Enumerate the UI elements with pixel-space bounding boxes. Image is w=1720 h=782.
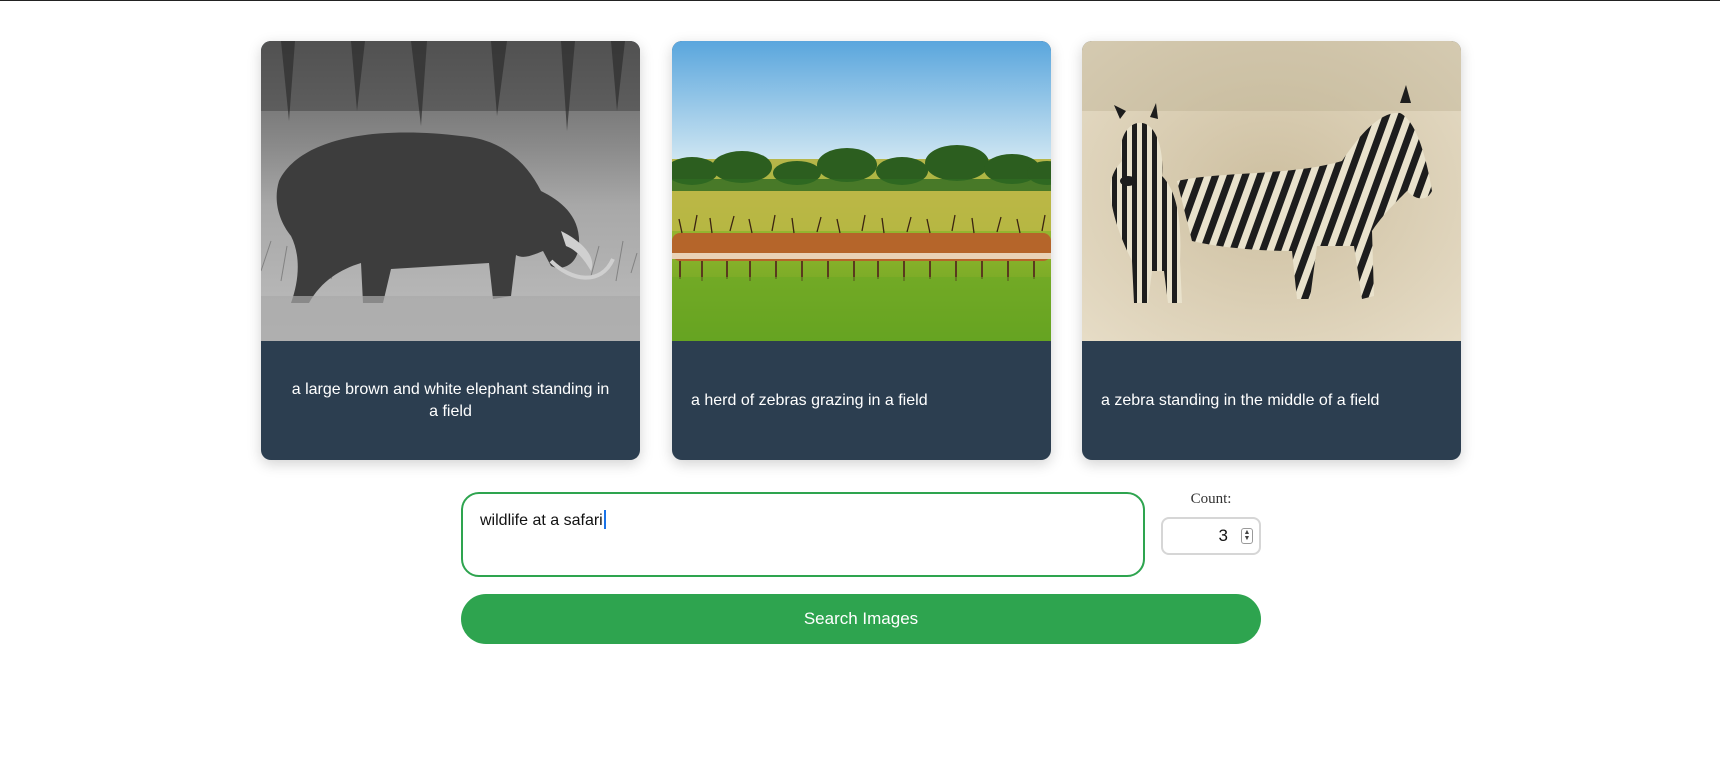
search-query-input[interactable]: wildlife at a safari (461, 492, 1145, 577)
result-card: a large brown and white elephant standin… (261, 41, 640, 460)
result-image (672, 41, 1051, 341)
text-cursor (603, 510, 606, 529)
result-image (261, 41, 640, 341)
count-input[interactable]: 3 ▲ ▼ (1161, 517, 1261, 555)
search-query-text: wildlife at a safari (480, 512, 603, 529)
count-stepper-icon[interactable]: ▲ ▼ (1241, 528, 1253, 544)
result-caption: a zebra standing in the middle of a fiel… (1101, 391, 1380, 409)
search-images-button[interactable]: Search Images (461, 594, 1261, 644)
result-card: a herd of zebras grazing in a field (672, 41, 1051, 460)
count-value: 3 (1218, 526, 1228, 545)
result-card: a zebra standing in the middle of a fiel… (1082, 41, 1461, 460)
result-caption: a herd of zebras grazing in a field (691, 391, 928, 409)
count-label: Count: (1190, 491, 1232, 507)
result-image (1082, 41, 1461, 341)
result-caption: a large brown and white elephant standin… (291, 380, 610, 420)
